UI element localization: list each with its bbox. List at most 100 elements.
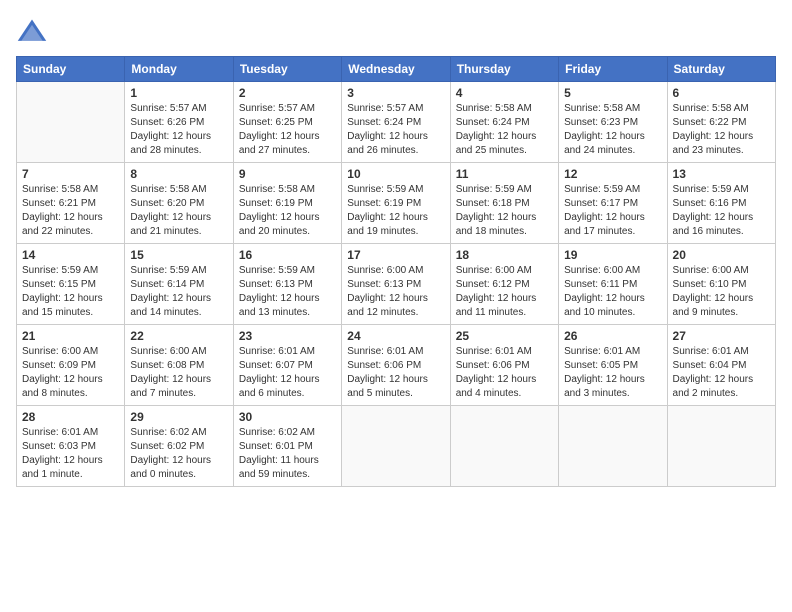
day-number: 18 bbox=[456, 248, 553, 262]
day-number: 13 bbox=[673, 167, 770, 181]
calendar-body: 1 Sunrise: 5:57 AMSunset: 6:26 PMDaylight… bbox=[17, 82, 776, 487]
day-number: 4 bbox=[456, 86, 553, 100]
calendar-cell: 28 Sunrise: 6:01 AMSunset: 6:03 PMDayligh… bbox=[17, 406, 125, 487]
logo-icon bbox=[16, 16, 48, 48]
day-number: 1 bbox=[130, 86, 227, 100]
calendar-cell: 9 Sunrise: 5:58 AMSunset: 6:19 PMDaylight… bbox=[233, 163, 341, 244]
day-info: Sunrise: 5:58 AMSunset: 6:22 PMDaylight:… bbox=[673, 102, 770, 158]
calendar-week-3: 14 Sunrise: 5:59 AMSunset: 6:15 PMDayligh… bbox=[17, 244, 776, 325]
day-number: 27 bbox=[673, 329, 770, 343]
day-info: Sunrise: 5:58 AMSunset: 6:23 PMDaylight:… bbox=[564, 102, 661, 158]
calendar-cell: 11 Sunrise: 5:59 AMSunset: 6:18 PMDayligh… bbox=[450, 163, 558, 244]
calendar-cell: 3Sunrise: 5:57 AMSunset: 6:24 PMDaylight… bbox=[342, 82, 450, 163]
calendar-cell: 5 Sunrise: 5:58 AMSunset: 6:23 PMDaylight… bbox=[559, 82, 667, 163]
day-number: 30 bbox=[239, 410, 336, 424]
calendar-cell: 4 Sunrise: 5:58 AMSunset: 6:24 PMDaylight… bbox=[450, 82, 558, 163]
day-number: 6 bbox=[673, 86, 770, 100]
calendar-cell: 7 Sunrise: 5:58 AMSunset: 6:21 PMDaylight… bbox=[17, 163, 125, 244]
calendar-cell bbox=[17, 82, 125, 163]
weekday-header-friday: Friday bbox=[559, 57, 667, 82]
calendar-week-4: 21 Sunrise: 6:00 AMSunset: 6:09 PMDayligh… bbox=[17, 325, 776, 406]
day-info: Sunrise: 6:00 AMSunset: 6:11 PMDaylight:… bbox=[564, 264, 661, 320]
calendar-cell: 24Sunrise: 6:01 AMSunset: 6:06 PMDayligh… bbox=[342, 325, 450, 406]
calendar-cell: 22Sunrise: 6:00 AMSunset: 6:08 PMDayligh… bbox=[125, 325, 233, 406]
calendar-cell: 30 Sunrise: 6:02 AMSunset: 6:01 PMDayligh… bbox=[233, 406, 341, 487]
calendar-cell bbox=[450, 406, 558, 487]
day-info: Sunrise: 5:57 AMSunset: 6:25 PMDaylight:… bbox=[239, 102, 336, 158]
day-info: Sunrise: 5:59 AMSunset: 6:14 PMDaylight:… bbox=[130, 264, 227, 320]
day-number: 14 bbox=[22, 248, 119, 262]
day-number: 12 bbox=[564, 167, 661, 181]
day-number: 20 bbox=[673, 248, 770, 262]
day-info: Sunrise: 6:00 AMSunset: 6:13 PMDaylight:… bbox=[347, 264, 444, 320]
calendar-cell: 14 Sunrise: 5:59 AMSunset: 6:15 PMDayligh… bbox=[17, 244, 125, 325]
day-number: 28 bbox=[22, 410, 119, 424]
day-number: 7 bbox=[22, 167, 119, 181]
calendar-cell bbox=[667, 406, 775, 487]
calendar-cell: 17Sunrise: 6:00 AMSunset: 6:13 PMDayligh… bbox=[342, 244, 450, 325]
logo bbox=[16, 16, 52, 48]
day-info: Sunrise: 6:00 AMSunset: 6:12 PMDaylight:… bbox=[456, 264, 553, 320]
calendar-cell: 26Sunrise: 6:01 AMSunset: 6:05 PMDayligh… bbox=[559, 325, 667, 406]
day-info: Sunrise: 5:59 AMSunset: 6:19 PMDaylight:… bbox=[347, 183, 444, 239]
day-number: 15 bbox=[130, 248, 227, 262]
calendar-week-1: 1 Sunrise: 5:57 AMSunset: 6:26 PMDaylight… bbox=[17, 82, 776, 163]
calendar-cell: 1 Sunrise: 5:57 AMSunset: 6:26 PMDaylight… bbox=[125, 82, 233, 163]
day-number: 2 bbox=[239, 86, 336, 100]
day-number: 23 bbox=[239, 329, 336, 343]
calendar-week-2: 7 Sunrise: 5:58 AMSunset: 6:21 PMDaylight… bbox=[17, 163, 776, 244]
day-info: Sunrise: 6:01 AMSunset: 6:06 PMDaylight:… bbox=[456, 345, 553, 401]
day-info: Sunrise: 5:58 AMSunset: 6:24 PMDaylight:… bbox=[456, 102, 553, 158]
day-number: 11 bbox=[456, 167, 553, 181]
calendar-cell: 15 Sunrise: 5:59 AMSunset: 6:14 PMDayligh… bbox=[125, 244, 233, 325]
day-info: Sunrise: 5:58 AMSunset: 6:21 PMDaylight:… bbox=[22, 183, 119, 239]
calendar-cell bbox=[342, 406, 450, 487]
calendar-cell: 12 Sunrise: 5:59 AMSunset: 6:17 PMDayligh… bbox=[559, 163, 667, 244]
calendar-cell: 20 Sunrise: 6:00 AMSunset: 6:10 PMDayligh… bbox=[667, 244, 775, 325]
calendar-cell: 29 Sunrise: 6:02 AMSunset: 6:02 PMDayligh… bbox=[125, 406, 233, 487]
day-info: Sunrise: 6:01 AMSunset: 6:04 PMDaylight:… bbox=[673, 345, 770, 401]
calendar-week-5: 28 Sunrise: 6:01 AMSunset: 6:03 PMDayligh… bbox=[17, 406, 776, 487]
calendar-cell: 10 Sunrise: 5:59 AMSunset: 6:19 PMDayligh… bbox=[342, 163, 450, 244]
weekday-header-tuesday: Tuesday bbox=[233, 57, 341, 82]
day-number: 21 bbox=[22, 329, 119, 343]
day-number: 29 bbox=[130, 410, 227, 424]
day-info: Sunrise: 5:57 AMSunset: 6:26 PMDaylight:… bbox=[130, 102, 227, 158]
weekday-header-monday: Monday bbox=[125, 57, 233, 82]
day-info: Sunrise: 6:00 AMSunset: 6:09 PMDaylight:… bbox=[22, 345, 119, 401]
day-info: Sunrise: 6:02 AMSunset: 6:02 PMDaylight:… bbox=[130, 426, 227, 482]
day-info: Sunrise: 5:58 AMSunset: 6:19 PMDaylight:… bbox=[239, 183, 336, 239]
day-number: 8 bbox=[130, 167, 227, 181]
day-info: Sunrise: 6:00 AMSunset: 6:10 PMDaylight:… bbox=[673, 264, 770, 320]
calendar-cell: 21 Sunrise: 6:00 AMSunset: 6:09 PMDayligh… bbox=[17, 325, 125, 406]
day-number: 3 bbox=[347, 86, 444, 100]
day-number: 19 bbox=[564, 248, 661, 262]
day-number: 25 bbox=[456, 329, 553, 343]
calendar-cell: 6 Sunrise: 5:58 AMSunset: 6:22 PMDaylight… bbox=[667, 82, 775, 163]
calendar-table: SundayMondayTuesdayWednesdayThursdayFrid… bbox=[16, 56, 776, 487]
day-number: 10 bbox=[347, 167, 444, 181]
calendar-cell: 8Sunrise: 5:58 AMSunset: 6:20 PMDaylight… bbox=[125, 163, 233, 244]
calendar-cell: 23Sunrise: 6:01 AMSunset: 6:07 PMDayligh… bbox=[233, 325, 341, 406]
day-info: Sunrise: 5:59 AMSunset: 6:16 PMDaylight:… bbox=[673, 183, 770, 239]
weekday-header-sunday: Sunday bbox=[17, 57, 125, 82]
day-info: Sunrise: 5:59 AMSunset: 6:17 PMDaylight:… bbox=[564, 183, 661, 239]
weekday-header-wednesday: Wednesday bbox=[342, 57, 450, 82]
day-number: 9 bbox=[239, 167, 336, 181]
day-info: Sunrise: 6:00 AMSunset: 6:08 PMDaylight:… bbox=[130, 345, 227, 401]
day-info: Sunrise: 5:59 AMSunset: 6:15 PMDaylight:… bbox=[22, 264, 119, 320]
calendar-cell: 16 Sunrise: 5:59 AMSunset: 6:13 PMDayligh… bbox=[233, 244, 341, 325]
weekday-header-thursday: Thursday bbox=[450, 57, 558, 82]
day-number: 5 bbox=[564, 86, 661, 100]
day-info: Sunrise: 6:01 AMSunset: 6:03 PMDaylight:… bbox=[22, 426, 119, 482]
calendar-cell: 13 Sunrise: 5:59 AMSunset: 6:16 PMDayligh… bbox=[667, 163, 775, 244]
calendar-cell bbox=[559, 406, 667, 487]
day-info: Sunrise: 5:59 AMSunset: 6:18 PMDaylight:… bbox=[456, 183, 553, 239]
day-info: Sunrise: 5:59 AMSunset: 6:13 PMDaylight:… bbox=[239, 264, 336, 320]
day-info: Sunrise: 6:02 AMSunset: 6:01 PMDaylight:… bbox=[239, 426, 336, 482]
calendar-cell: 2 Sunrise: 5:57 AMSunset: 6:25 PMDaylight… bbox=[233, 82, 341, 163]
day-number: 16 bbox=[239, 248, 336, 262]
day-info: Sunrise: 6:01 AMSunset: 6:06 PMDaylight:… bbox=[347, 345, 444, 401]
calendar-cell: 27 Sunrise: 6:01 AMSunset: 6:04 PMDayligh… bbox=[667, 325, 775, 406]
calendar-cell: 18 Sunrise: 6:00 AMSunset: 6:12 PMDayligh… bbox=[450, 244, 558, 325]
